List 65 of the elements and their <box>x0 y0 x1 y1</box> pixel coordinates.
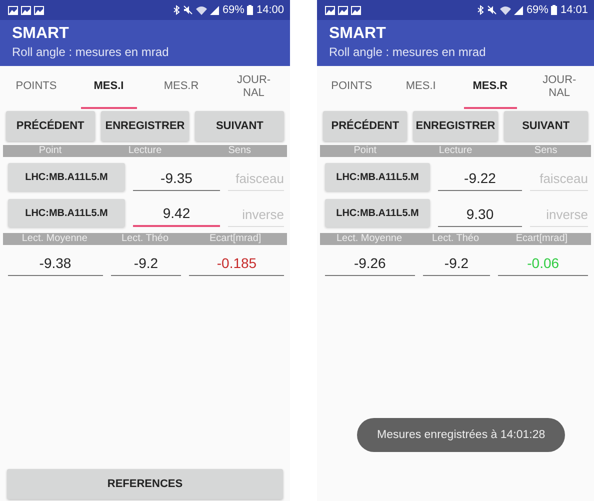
tab[interactable]: MES.R <box>464 66 517 109</box>
notification-icon <box>325 6 335 14</box>
column-header: Lect. Théo <box>430 233 480 245</box>
mean-field[interactable]: -9.38 <box>8 251 103 276</box>
action-button[interactable]: ENREGISTRER <box>413 111 498 141</box>
point-button[interactable]: LHC:MB.A11L5.M <box>325 163 430 191</box>
column-header: Lect. Théo <box>120 233 170 245</box>
column-header: Point <box>352 145 378 157</box>
app-subtitle: Roll angle : mesures en mrad <box>12 44 169 60</box>
app-title: SMART <box>12 24 69 44</box>
column-header: Ecart[mrad] <box>514 233 569 245</box>
clock-time: 14:01 <box>560 4 588 16</box>
notification-icon <box>21 6 31 14</box>
column-header: Lect. Moyenne <box>20 233 88 245</box>
battery-percent: 69% <box>526 4 548 16</box>
point-button[interactable]: LHC:MB.A11L5.M <box>325 199 430 227</box>
action-button[interactable]: PRÉCÉDENT <box>6 111 95 141</box>
references-button[interactable]: REFERENCES <box>7 469 283 499</box>
reading-field[interactable]: -9.22 <box>438 166 522 191</box>
app-subtitle: Roll angle : mesures en mrad <box>329 44 486 60</box>
tab[interactable]: JOUR- NAL <box>532 66 586 109</box>
toast-message: Mesures enregistrées à 14:01:28 <box>357 418 566 452</box>
wifi-icon <box>196 6 208 14</box>
notification-icon <box>351 6 361 14</box>
notification-icon <box>34 6 44 14</box>
app-title: SMART <box>329 24 386 44</box>
deviation-field[interactable]: -0.185 <box>189 251 284 276</box>
reading-field[interactable]: 9.30 <box>438 202 522 227</box>
mute-icon <box>183 5 194 15</box>
column-header: Lect. Moyenne <box>335 233 404 245</box>
mean-field[interactable]: -9.26 <box>325 251 415 276</box>
tab[interactable]: POINTS <box>325 66 378 109</box>
tab[interactable]: MES.R <box>153 66 210 109</box>
mute-icon <box>487 5 498 15</box>
theoretical-field[interactable]: -9.2 <box>422 251 490 276</box>
battery-percent: 69% <box>222 4 244 16</box>
tab[interactable]: MES.I <box>394 66 448 109</box>
column-header: Sens <box>533 145 558 157</box>
column-header: Lecture <box>438 145 474 157</box>
reading-field[interactable]: -9.35 <box>133 166 220 191</box>
column-header: Ecart[mrad] <box>208 233 262 245</box>
tab[interactable]: JOUR- NAL <box>226 66 282 109</box>
bluetooth-icon <box>477 5 484 15</box>
column-header: Sens <box>227 145 252 157</box>
point-button[interactable]: LHC:MB.A11L5.M <box>8 163 125 191</box>
column-header: Lecture <box>127 145 163 157</box>
reading-field[interactable]: 9.42 <box>133 201 220 227</box>
wifi-icon <box>500 6 512 14</box>
battery-icon <box>551 5 558 15</box>
theoretical-field[interactable]: -9.2 <box>110 251 182 276</box>
tab[interactable]: MES.I <box>80 66 137 109</box>
action-button[interactable]: SUIVANT <box>195 111 284 141</box>
notification-icon <box>338 6 348 14</box>
action-button[interactable]: SUIVANT <box>504 111 588 141</box>
action-button[interactable]: PRÉCÉDENT <box>323 111 408 141</box>
clock-time: 14:00 <box>256 4 284 16</box>
signal-icon <box>514 6 524 14</box>
column-header: Point <box>38 145 63 157</box>
tab[interactable]: POINTS <box>8 66 64 109</box>
bluetooth-icon <box>173 5 180 15</box>
action-button[interactable]: ENREGISTRER <box>100 111 190 141</box>
signal-icon <box>210 6 220 14</box>
battery-icon <box>247 5 254 15</box>
point-button[interactable]: LHC:MB.A11L5.M <box>8 199 125 227</box>
notification-icon <box>8 6 18 14</box>
